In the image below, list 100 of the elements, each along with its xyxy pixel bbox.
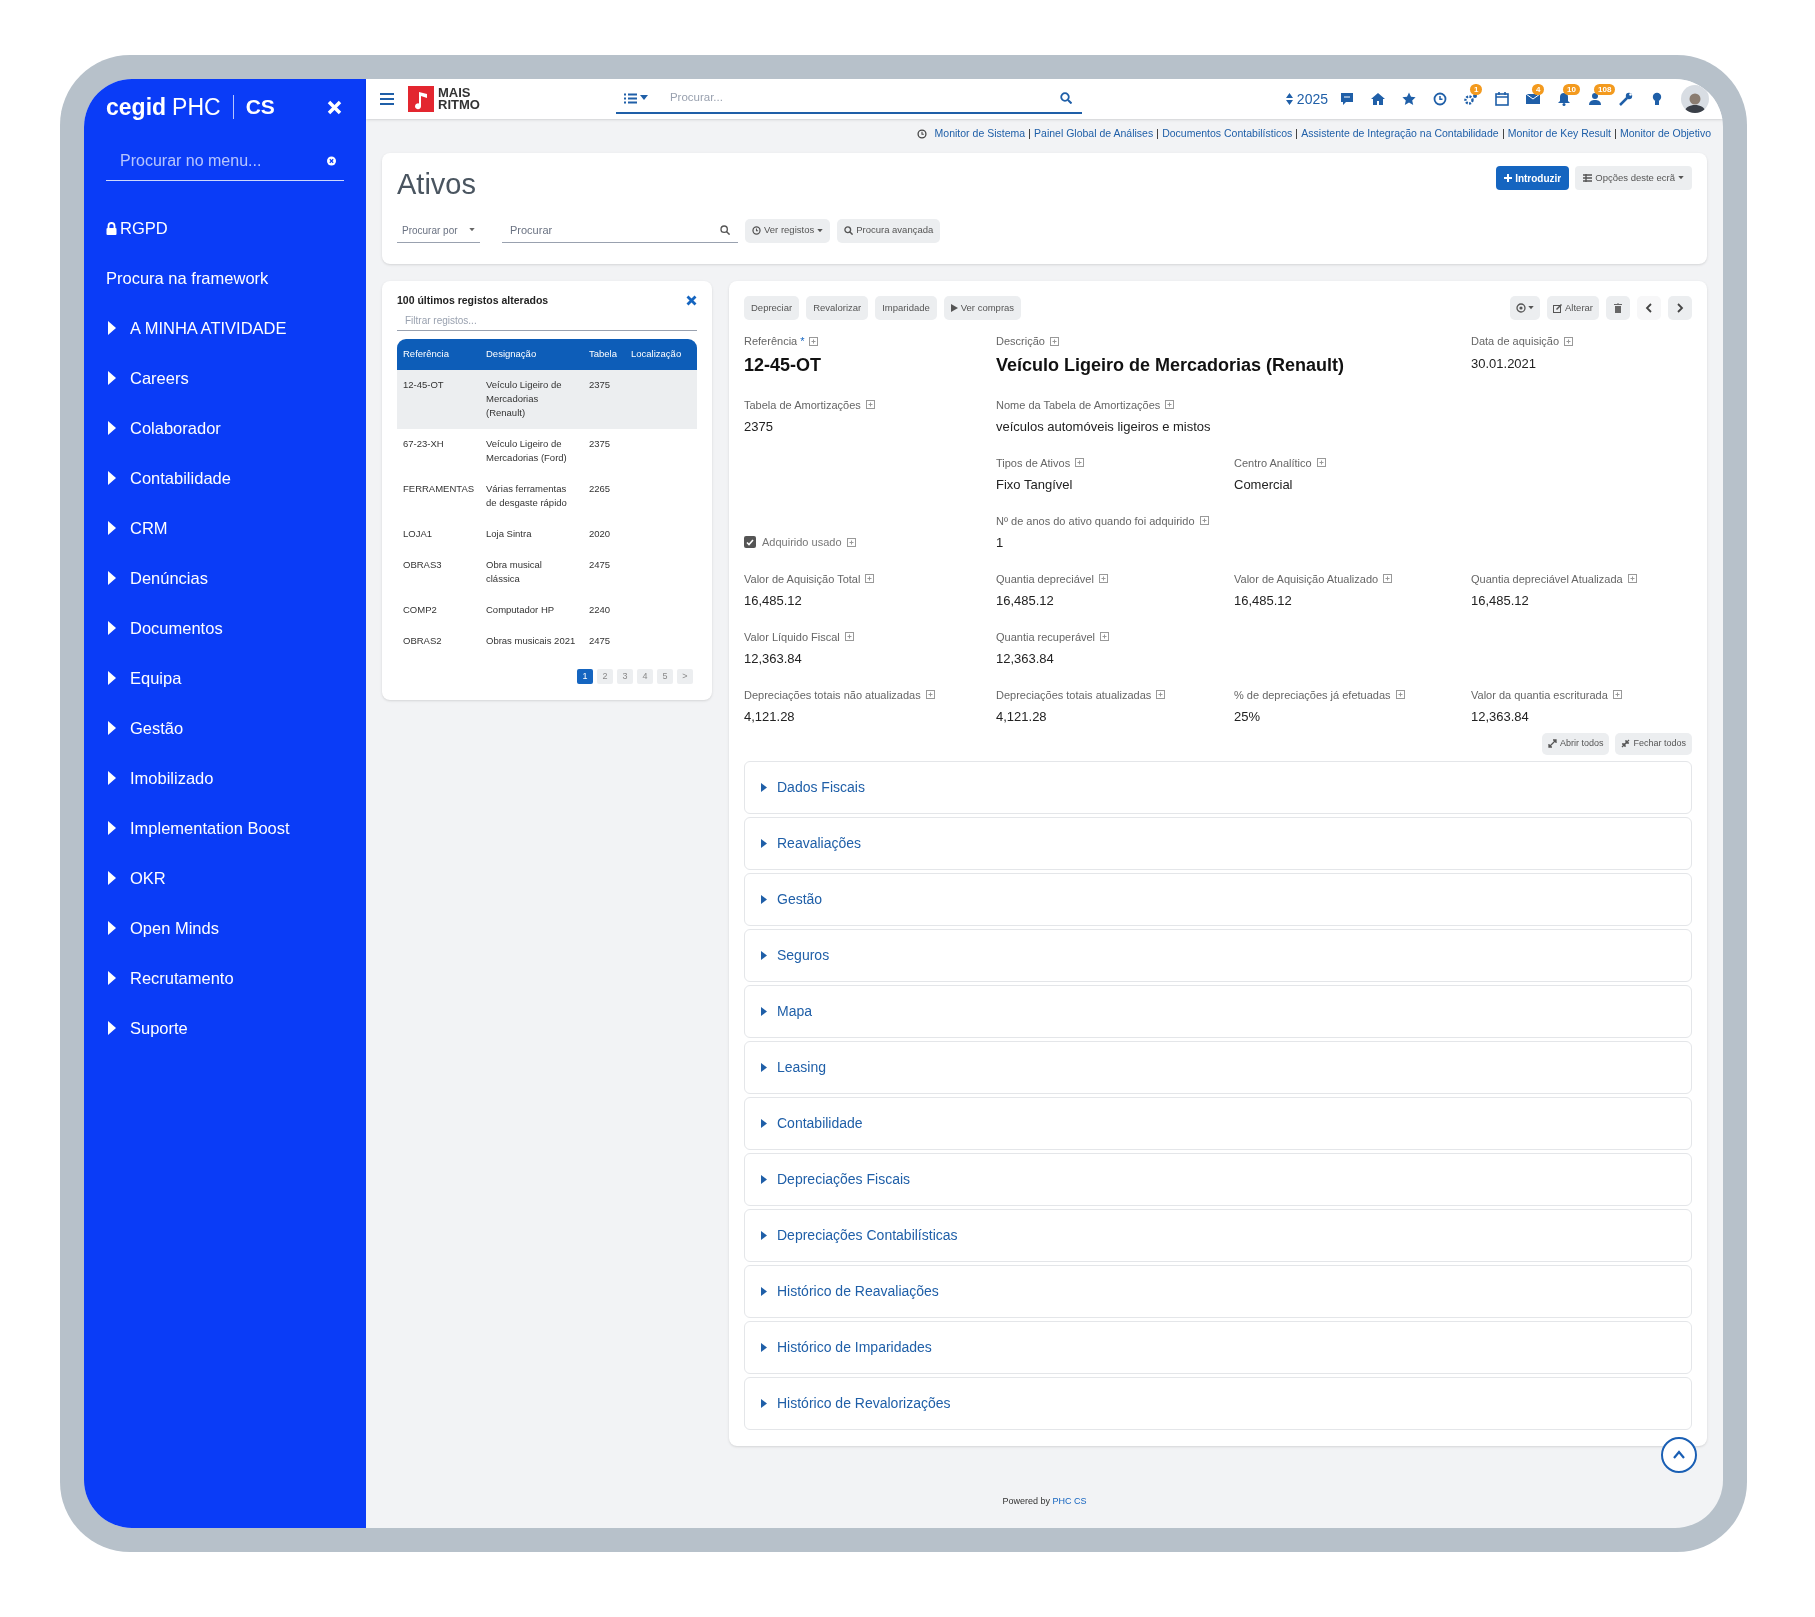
accordion-section[interactable]: Gestão bbox=[744, 872, 1692, 926]
caret-right-icon bbox=[106, 871, 118, 885]
accordion-section[interactable]: Seguros bbox=[744, 928, 1692, 982]
menu-item[interactable]: OKR bbox=[84, 853, 366, 903]
menu-item[interactable]: Recrutamento bbox=[84, 953, 366, 1003]
table-row[interactable]: 12-45-OT Veículo Ligeiro de Mercadorias (Renault) 2375 bbox=[397, 369, 697, 429]
options-button[interactable]: Opções deste ecrã bbox=[1575, 166, 1692, 190]
caret-right-icon bbox=[106, 521, 118, 535]
plus-box-icon bbox=[1075, 458, 1085, 468]
clock-icon bbox=[916, 129, 927, 139]
field-label: Tabela de Amortizações bbox=[744, 397, 861, 413]
accordion-section[interactable]: Histórico de Revalorizações bbox=[744, 1376, 1692, 1430]
accordion-section[interactable]: Mapa bbox=[744, 984, 1692, 1038]
quick-link[interactable]: Documentos Contabilísticos bbox=[1162, 126, 1293, 142]
trash-icon bbox=[1614, 303, 1622, 313]
field-value: 16,485.12 bbox=[1234, 592, 1292, 610]
menu-item[interactable]: Denúncias bbox=[84, 553, 366, 603]
accordion-section[interactable]: Depreciações Fiscais bbox=[744, 1152, 1692, 1206]
quick-link[interactable]: Painel Global de Análises bbox=[1034, 126, 1154, 142]
plus-box-icon bbox=[1199, 516, 1209, 526]
accordion-section[interactable]: Depreciações Contabilísticas bbox=[744, 1208, 1692, 1262]
accordion-section[interactable]: Reavaliações bbox=[744, 816, 1692, 870]
home-icon bbox=[1371, 92, 1385, 106]
plus-box-icon bbox=[809, 336, 819, 346]
menu-item[interactable]: Suporte bbox=[84, 1003, 366, 1053]
column-header[interactable]: Designação bbox=[480, 347, 583, 362]
collapse-all-button[interactable]: Fechar todos bbox=[1615, 732, 1692, 755]
caret-right-icon bbox=[106, 321, 118, 335]
toolbar-button[interactable] bbox=[1371, 92, 1385, 106]
accordion-section[interactable]: Leasing bbox=[744, 1040, 1692, 1094]
search-field[interactable]: Procurar no menu... bbox=[120, 148, 327, 173]
search-field[interactable]: Procurar... bbox=[669, 89, 1060, 107]
back-to-top-button[interactable] bbox=[1661, 1437, 1697, 1473]
accordion-section[interactable]: Histórico de Reavaliações bbox=[744, 1264, 1692, 1318]
delete-button[interactable] bbox=[1606, 296, 1630, 320]
toolbar-button[interactable] bbox=[1588, 92, 1602, 106]
menu-item[interactable]: Careers bbox=[84, 353, 366, 403]
menu-item[interactable]: Colaborador bbox=[84, 403, 366, 453]
edit-button[interactable]: Alterar bbox=[1547, 296, 1599, 320]
toolbar-button[interactable] bbox=[1619, 92, 1633, 106]
quick-link[interactable]: Monitor de Objetivo bbox=[1619, 126, 1711, 142]
avatar[interactable] bbox=[1681, 85, 1709, 113]
next-button[interactable] bbox=[1668, 296, 1692, 320]
toolbar-button[interactable] bbox=[1402, 92, 1416, 106]
accordion-section[interactable]: Dados Fiscais bbox=[744, 760, 1692, 814]
envelope-icon bbox=[1526, 92, 1540, 106]
sort-icon bbox=[1285, 93, 1293, 105]
filter-field[interactable]: Filtrar registos... bbox=[405, 312, 689, 328]
quick-link[interactable]: Assistente de Integração na Contabilidade bbox=[1301, 126, 1499, 142]
year-selector[interactable]: 2025 bbox=[1285, 88, 1328, 110]
search-field[interactable]: Procurar bbox=[510, 221, 720, 239]
toolbar-button[interactable]: Ver compras bbox=[943, 296, 1022, 320]
view-records-button[interactable]: Ver registos bbox=[745, 218, 831, 243]
accordion-section[interactable]: Contabilidade bbox=[744, 1096, 1692, 1150]
column-header[interactable]: Tabela bbox=[583, 347, 625, 362]
menu-item[interactable]: Procura na framework bbox=[84, 253, 366, 303]
search-by-dropdown[interactable]: Procurar por bbox=[397, 218, 480, 243]
checkbox-box[interactable] bbox=[744, 536, 756, 549]
toolbar-button[interactable] bbox=[1557, 92, 1571, 106]
lock-icon bbox=[106, 221, 117, 235]
table-cell-text: 2475 bbox=[588, 557, 612, 572]
field-label: Valor de Aquisição Atualizado bbox=[1234, 571, 1379, 587]
quick-link[interactable]: Monitor de Sistema bbox=[934, 126, 1026, 142]
toolbar-button[interactable] bbox=[1340, 92, 1354, 106]
quick-link[interactable]: Monitor de Key Result bbox=[1507, 126, 1611, 142]
column-header[interactable]: Referência bbox=[397, 347, 480, 362]
menu-item[interactable]: CRM bbox=[84, 503, 366, 553]
target-dropdown[interactable] bbox=[1510, 296, 1540, 320]
toolbar-button[interactable] bbox=[1433, 92, 1447, 106]
expand-all-button[interactable]: Abrir todos bbox=[1541, 732, 1610, 755]
add-button[interactable]: Introduzir bbox=[1496, 166, 1570, 190]
brand-suffix: CS bbox=[245, 94, 275, 121]
menu-button[interactable] bbox=[380, 93, 394, 105]
menu-item[interactable]: Documentos bbox=[84, 603, 366, 653]
field-value: 12,363.84 bbox=[1471, 708, 1529, 726]
page-button[interactable]: 1 bbox=[577, 668, 593, 684]
menu-item[interactable]: Equipa bbox=[84, 653, 366, 703]
checkbox[interactable]: Adquirido usado bbox=[744, 534, 856, 551]
advanced-search-button[interactable]: Procura avançada bbox=[837, 218, 941, 243]
table-cell-text: OBRAS3 bbox=[402, 557, 443, 572]
toolbar-button[interactable]: Revalorizar bbox=[806, 296, 869, 320]
column-header[interactable]: Localização bbox=[625, 347, 697, 362]
menu-item[interactable]: Gestão bbox=[84, 703, 366, 753]
menu-icon bbox=[380, 93, 394, 105]
table-cell-text: 2375 bbox=[588, 436, 612, 451]
menu-item[interactable]: Open Minds bbox=[84, 903, 366, 953]
toolbar-button[interactable]: Imparidade bbox=[875, 296, 937, 320]
menu-item[interactable]: A MINHA ATIVIDADE bbox=[84, 303, 366, 353]
accordion-section[interactable]: Histórico de Imparidades bbox=[744, 1320, 1692, 1374]
toolbar-button[interactable]: Depreciar bbox=[744, 296, 800, 320]
toolbar-button[interactable] bbox=[1495, 92, 1509, 106]
menu-item[interactable]: Implementation Boost bbox=[84, 803, 366, 853]
menu-item[interactable]: RGPD bbox=[84, 203, 366, 253]
menu-item[interactable]: Imobilizado bbox=[84, 753, 366, 803]
menu-item[interactable]: Contabilidade bbox=[84, 453, 366, 503]
close-button[interactable] bbox=[686, 295, 697, 307]
field-label: Depreciações totais não atualizadas bbox=[744, 687, 921, 703]
previous-button[interactable] bbox=[1637, 296, 1661, 320]
toolbar-button[interactable] bbox=[1650, 92, 1664, 106]
toolbar-button[interactable] bbox=[1464, 92, 1478, 106]
